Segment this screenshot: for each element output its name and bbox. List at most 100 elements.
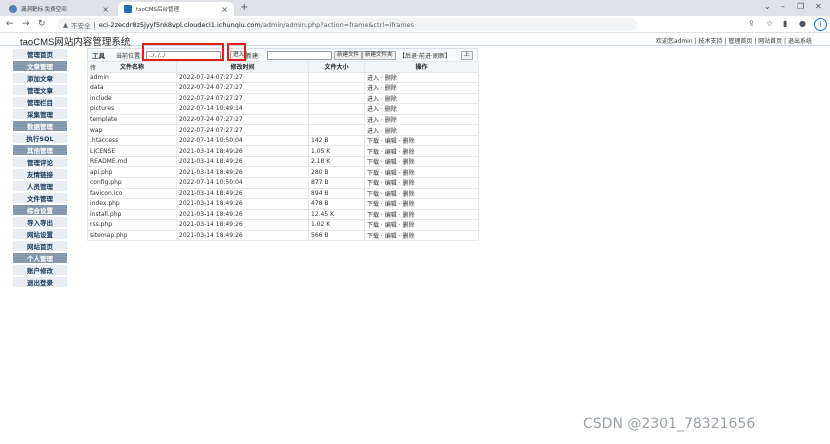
- sidebar-item[interactable]: 网站首页: [12, 240, 68, 252]
- operations-cell[interactable]: 下载 · 编辑 · 删除: [364, 134, 479, 147]
- chevron-down-icon[interactable]: ⌄: [764, 2, 771, 11]
- file-name-cell[interactable]: LICENSE: [87, 145, 177, 157]
- app-title: taoCMS网站内容管理系统: [20, 37, 131, 48]
- new-name-input[interactable]: [267, 51, 332, 60]
- operations-cell[interactable]: 下载 · 编辑 · 删除: [364, 155, 479, 168]
- file-name-cell[interactable]: admin: [87, 71, 177, 84]
- modified-time-cell: 2022-07-24 07:27:27: [176, 124, 309, 136]
- table-row[interactable]: .htaccess 2022-07-14 10:50:04 142 B 下载 · 编辑…: [87, 134, 479, 147]
- security-label: 不安全: [71, 21, 91, 30]
- new-folder-button[interactable]: 新建文件夹: [362, 51, 396, 60]
- share-icon[interactable]: ⇪: [748, 19, 755, 28]
- profile-icon[interactable]: ●: [799, 19, 806, 28]
- operations-cell[interactable]: 下载 · 编辑 · 删除: [364, 219, 479, 231]
- file-name-cell[interactable]: sitemap.php: [87, 229, 177, 242]
- table-row[interactable]: pictures 2022-07-14 10:49:14 进入 · 删除: [87, 103, 479, 115]
- sidebar-item[interactable]: 账户修改: [12, 264, 68, 276]
- file-name-cell[interactable]: wap: [87, 124, 177, 136]
- file-name-cell[interactable]: rss.php: [87, 219, 177, 231]
- sidebar-item[interactable]: 文件管理: [12, 192, 68, 204]
- sidebar-item[interactable]: 网站设置: [12, 228, 68, 240]
- sidebar-item[interactable]: 友情链接: [12, 168, 68, 180]
- sidebar-item[interactable]: 退出登录: [12, 276, 68, 288]
- sidebar-item[interactable]: 添加文章: [12, 72, 68, 84]
- table-row[interactable]: install.php 2021-03-14 18:49:26 12.45 K 下载 …: [87, 208, 479, 221]
- operations-cell[interactable]: 下载 · 编辑 · 删除: [364, 208, 479, 221]
- table-row[interactable]: index.php 2021-03-14 18:49:26 478 B 下载 · 编辑…: [87, 198, 479, 210]
- history-links[interactable]: 【后退·前进·刷新】: [399, 51, 451, 60]
- operations-cell[interactable]: 下载 · 编辑 · 删除: [364, 166, 479, 178]
- sidebar-item[interactable]: 管理栏目: [12, 96, 68, 108]
- file-name-cell[interactable]: template: [87, 113, 177, 126]
- table-row[interactable]: admin 2022-07-24 07:27:27 进入 · 删除: [87, 71, 479, 84]
- sidebar: 管理首页 文章管理 添加文章 管理文章 管理栏目 采集管理 数据管理 执行SQL 其他管理 管理评…: [12, 48, 68, 288]
- table-row[interactable]: template 2022-07-24 07:27:27 进入 · 删除: [87, 113, 479, 126]
- operations-cell[interactable]: 下载 · 编辑 · 删除: [364, 198, 479, 210]
- operations-cell[interactable]: 进入 · 删除: [364, 71, 479, 84]
- operations-cell[interactable]: 进入 · 删除: [364, 103, 479, 115]
- minimize-icon[interactable]: –: [781, 2, 785, 11]
- table-row[interactable]: rss.php 2021-03-14 18:49:26 1.02 K 下载 · 编辑 …: [87, 219, 479, 231]
- sidebar-item[interactable]: 导入导出: [12, 216, 68, 228]
- file-name-cell[interactable]: pictures: [87, 103, 177, 115]
- sidebar-item[interactable]: 管理文章: [12, 84, 68, 96]
- file-name-cell[interactable]: README.md: [87, 155, 177, 168]
- file-name-cell[interactable]: include: [87, 92, 177, 105]
- up-button[interactable]: 上: [461, 51, 473, 60]
- file-name-cell[interactable]: install.php: [87, 208, 177, 221]
- close-icon[interactable]: ×: [221, 5, 228, 14]
- operations-cell[interactable]: 进入 · 删除: [364, 113, 479, 126]
- back-icon[interactable]: ←: [6, 19, 14, 29]
- table-row[interactable]: api.php 2021-03-14 18:49:26 280 B 下载 · 编辑 ·…: [87, 166, 479, 178]
- table-row[interactable]: include 2022-07-24 07:27:27 进入 · 删除: [87, 92, 479, 105]
- top-links[interactable]: 欢迎您admin | 技术支持 | 管理首页 | 网站首页 | 退出系统: [656, 36, 812, 45]
- reload-icon[interactable]: ↻: [38, 19, 46, 29]
- file-name-cell[interactable]: data: [87, 82, 177, 94]
- file-size-cell: [308, 92, 365, 105]
- file-name-cell[interactable]: index.php: [87, 198, 177, 210]
- browser-tab-bar: 漏洞靶标·免费空间 × taoCMS后台管理 × + ⌄ – ❐ ✕: [0, 0, 830, 16]
- table-row[interactable]: sitemap.php 2021-03-14 18:49:26 566 B 下载 · …: [87, 229, 479, 242]
- operations-cell[interactable]: 进入 · 删除: [364, 82, 479, 94]
- modified-time-cell: 2022-07-14 10:49:14: [176, 103, 309, 115]
- modified-time-cell: 2021-03-14 18:49:26: [176, 155, 309, 168]
- file-name-cell[interactable]: api.php: [87, 166, 177, 178]
- url-field[interactable]: ▲ 不安全 | eci-2zecdr8z5jyyf5nk8vpl.cloudec…: [57, 18, 637, 31]
- table-row[interactable]: favicon.ico 2021-03-14 18:49:26 894 B 下载 · …: [87, 187, 479, 200]
- operations-cell[interactable]: 下载 · 编辑 · 删除: [364, 145, 479, 157]
- file-size-cell: 1.05 K: [308, 145, 365, 157]
- table-row[interactable]: wap 2022-07-24 07:27:27 进入 · 删除: [87, 124, 479, 136]
- table-row[interactable]: LICENSE 2021-03-14 18:49:26 1.05 K 下载 · 编辑 …: [87, 145, 479, 157]
- operations-cell[interactable]: 下载 · 编辑 · 删除: [364, 187, 479, 200]
- close-icon[interactable]: ×: [102, 5, 109, 14]
- table-row[interactable]: data 2022-07-24 07:27:27 进入 · 删除: [87, 82, 479, 94]
- browser-tab[interactable]: 漏洞靶标·免费空间 ×: [3, 2, 115, 16]
- sidebar-item[interactable]: 采集管理: [12, 108, 68, 120]
- table-row[interactable]: config.php 2022-07-14 10:50:04 877 B 下载 · 编…: [87, 177, 479, 189]
- file-name-cell[interactable]: .htaccess: [87, 134, 177, 147]
- operations-cell[interactable]: 进入 · 删除: [364, 92, 479, 105]
- table-row[interactable]: README.md 2021-03-14 18:49:26 2.18 K 下载 · 编…: [87, 155, 479, 168]
- sidebar-item[interactable]: 管理评论: [12, 156, 68, 168]
- file-size-cell: [308, 124, 365, 136]
- file-name-cell[interactable]: favicon.ico: [87, 187, 177, 200]
- sidepanel-icon[interactable]: ▮: [783, 19, 787, 28]
- new-file-button[interactable]: 新建文件: [334, 51, 363, 60]
- bookmark-star-icon[interactable]: ☆: [766, 19, 773, 28]
- restore-icon[interactable]: ❐: [797, 2, 804, 11]
- file-name-cell[interactable]: config.php: [87, 177, 177, 189]
- file-size-cell: 566 B: [308, 229, 365, 242]
- operations-cell[interactable]: 下载 · 编辑 · 删除: [364, 229, 479, 242]
- sidebar-item[interactable]: 管理首页: [12, 48, 68, 60]
- operations-cell[interactable]: 下载 · 编辑 · 删除: [364, 177, 479, 189]
- new-tab-icon[interactable]: +: [240, 2, 248, 13]
- sidebar-item[interactable]: 人员管理: [12, 180, 68, 192]
- menu-info-icon[interactable]: i: [814, 18, 827, 31]
- file-size-cell: 478 B: [308, 198, 365, 210]
- window-close-icon[interactable]: ✕: [815, 2, 822, 11]
- operations-cell[interactable]: 进入 · 删除: [364, 124, 479, 136]
- forward-icon[interactable]: →: [22, 19, 30, 29]
- browser-tab-active[interactable]: taoCMS后台管理 ×: [118, 2, 234, 16]
- sidebar-item[interactable]: 执行SQL: [12, 132, 68, 144]
- modified-time-cell: 2022-07-14 10:50:04: [176, 177, 309, 189]
